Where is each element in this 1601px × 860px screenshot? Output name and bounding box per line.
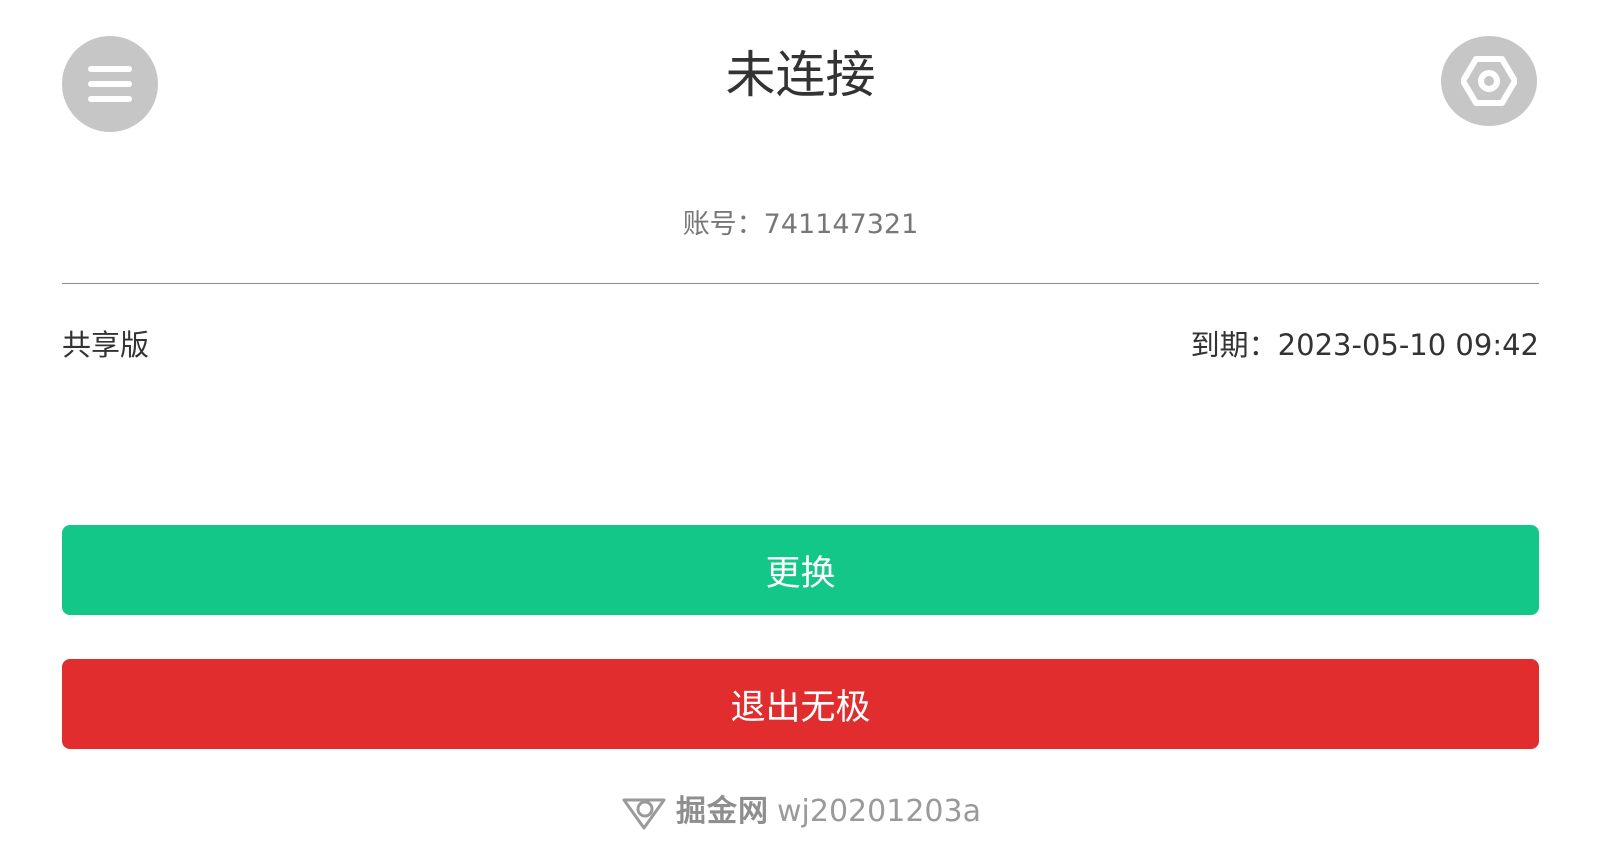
edition-label: 共享版: [62, 328, 150, 362]
divider: [62, 283, 1539, 284]
hex-nut-settings-icon: [1461, 56, 1517, 106]
watermark-brand: 掘金网: [676, 794, 770, 829]
watermark: 掘金网 wj20201203a: [0, 792, 1601, 832]
connection-status-title: 未连接: [725, 46, 876, 104]
expiry-label: 到期：2023-05-10 09:42: [1190, 328, 1539, 362]
settings-button[interactable]: [1441, 36, 1537, 126]
main-screen: 未连接 账号：741147321 共享版 到期：2023-05-10 09:42…: [0, 0, 1601, 860]
account-number: 账号：741147321: [682, 209, 919, 240]
watermark-id: wj20201203a: [777, 794, 981, 829]
juejin-logo-icon: [622, 798, 666, 830]
exit-button[interactable]: 退出无极: [62, 659, 1539, 749]
change-button[interactable]: 更换: [62, 525, 1539, 615]
